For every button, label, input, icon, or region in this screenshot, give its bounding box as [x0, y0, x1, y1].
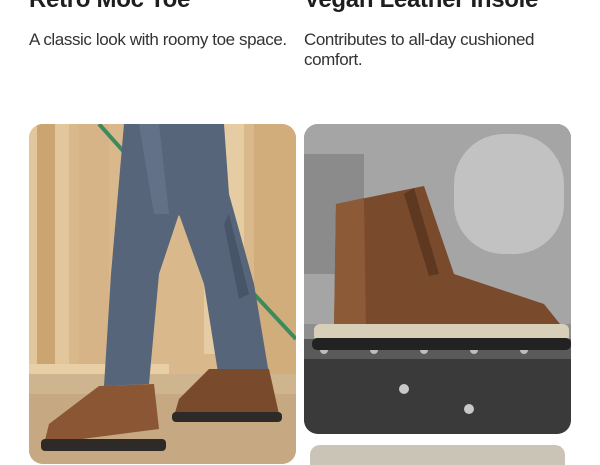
- feature-description: A classic look with roomy toe space.: [29, 30, 287, 49]
- feature-title: Retro Moc Toe: [29, 0, 190, 14]
- construction-worker-boots-photo-icon: [29, 124, 296, 464]
- boots-worker-photo: [29, 124, 296, 464]
- next-photo-edge: [310, 445, 565, 465]
- feature-description: Contributes to all-day cushioned comfort…: [304, 30, 535, 69]
- feature-title: Vegan Leather Insole: [304, 0, 538, 14]
- boot-on-beam-photo: [304, 124, 571, 434]
- brown-work-boot-on-steel-beam-photo-icon: [304, 124, 571, 434]
